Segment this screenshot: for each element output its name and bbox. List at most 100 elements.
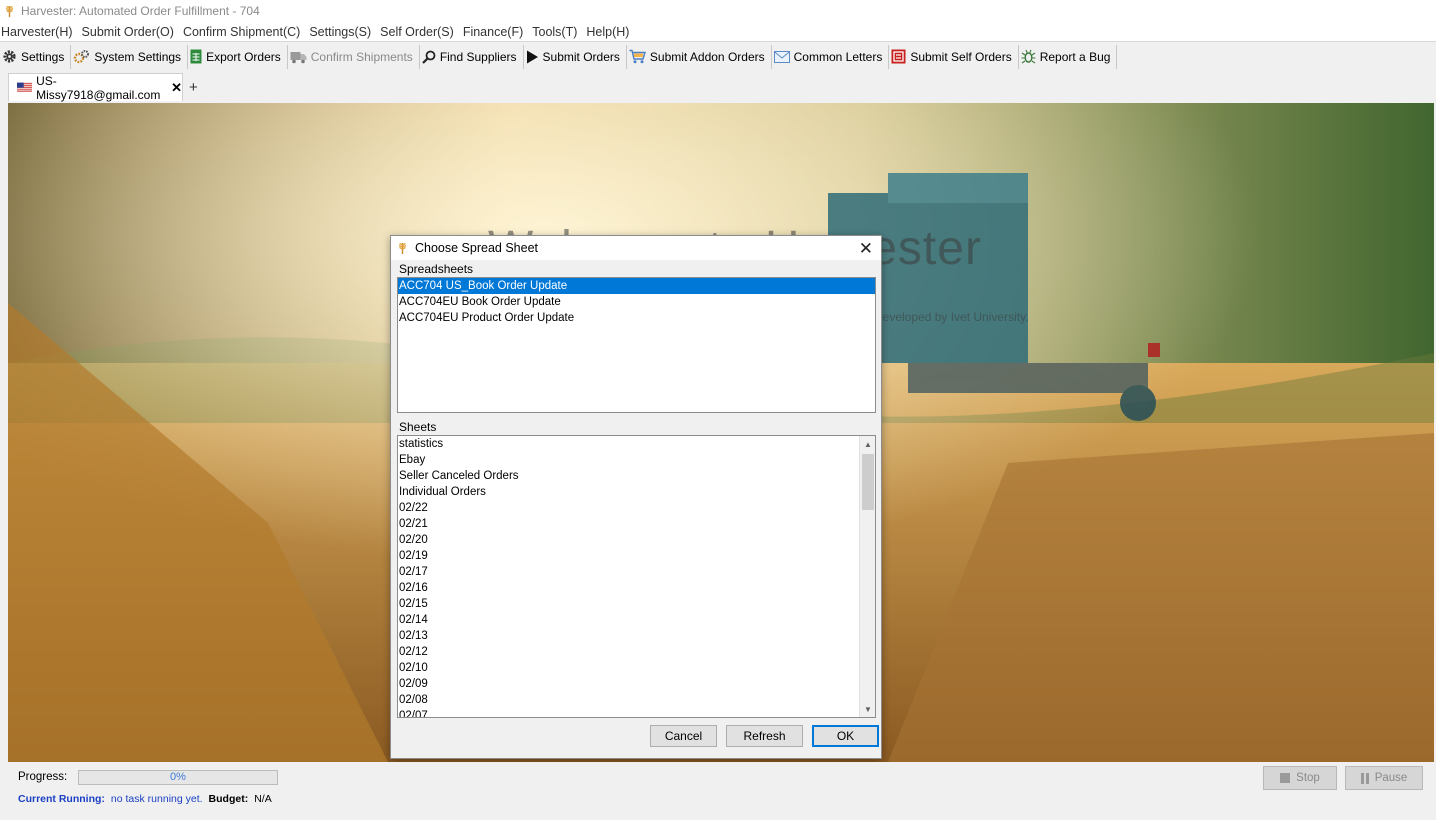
menu-bar: Harvester(H) Submit Order(O) Confirm Shi… bbox=[0, 22, 1436, 42]
shopping-cart-icon bbox=[629, 49, 646, 64]
pause-button[interactable]: Pause bbox=[1345, 766, 1423, 790]
export-orders-button[interactable]: Export Orders bbox=[188, 44, 288, 69]
scrollbar-thumb[interactable] bbox=[862, 454, 874, 510]
sheet-item[interactable]: 02/21 bbox=[398, 516, 875, 532]
spreadsheet-item[interactable]: ACC704EU Book Order Update bbox=[398, 294, 875, 310]
gears-icon bbox=[74, 50, 90, 64]
sheet-item[interactable]: statistics bbox=[398, 436, 875, 452]
menu-submit-order[interactable]: Submit Order(O) bbox=[81, 25, 179, 39]
menu-confirm-shipment[interactable]: Confirm Shipment(C) bbox=[182, 25, 305, 39]
choose-spreadsheet-dialog: Choose Spread Sheet ✕ Spreadsheets ACC70… bbox=[390, 235, 882, 759]
sheet-item[interactable]: 02/13 bbox=[398, 628, 875, 644]
progress-bar: 0% bbox=[78, 770, 278, 785]
submit-addon-orders-button[interactable]: Submit Addon Orders bbox=[627, 44, 772, 69]
sheet-item[interactable]: 02/14 bbox=[398, 612, 875, 628]
envelope-icon bbox=[773, 50, 790, 63]
scroll-down-icon[interactable]: ▼ bbox=[860, 701, 875, 717]
menu-help[interactable]: Help(H) bbox=[585, 25, 634, 39]
menu-tools[interactable]: Tools(T) bbox=[531, 25, 582, 39]
common-letters-button[interactable]: Common Letters bbox=[772, 44, 890, 69]
submit-orders-button[interactable]: Submit Orders bbox=[524, 44, 627, 69]
sheets-label: Sheets bbox=[399, 420, 437, 434]
gear-icon bbox=[3, 50, 16, 63]
sheet-item[interactable]: Seller Canceled Orders bbox=[398, 468, 875, 484]
spreadsheets-list[interactable]: ACC704 US_Book Order Update ACC704EU Boo… bbox=[397, 277, 876, 413]
tab-account[interactable]: US-Missy7918@gmail.com ✕ bbox=[8, 73, 183, 102]
progress-label: Progress: bbox=[18, 771, 68, 783]
stop-icon bbox=[1280, 773, 1291, 783]
welcome-subtitle: Developed by Ivet University. bbox=[874, 310, 1029, 324]
export-orders-label: Export Orders bbox=[206, 49, 281, 64]
menu-self-order[interactable]: Self Order(S) bbox=[379, 25, 459, 39]
status-bar: Progress: 0% Current Running: no task ru… bbox=[0, 762, 1436, 820]
menu-settings[interactable]: Settings(S) bbox=[308, 25, 376, 39]
system-settings-label: System Settings bbox=[94, 49, 182, 64]
search-icon bbox=[422, 50, 436, 64]
progress-text: 0% bbox=[170, 771, 186, 783]
sheet-item[interactable]: 02/19 bbox=[398, 548, 875, 564]
sheet-item[interactable]: 02/17 bbox=[398, 564, 875, 580]
dialog-titlebar: Choose Spread Sheet bbox=[391, 236, 881, 260]
sheet-item[interactable]: 02/20 bbox=[398, 532, 875, 548]
close-icon[interactable]: ✕ bbox=[859, 239, 873, 259]
submit-addon-orders-label: Submit Addon Orders bbox=[649, 49, 765, 64]
tab-bar: US-Missy7918@gmail.com ✕ + bbox=[0, 71, 1436, 102]
report-bug-button[interactable]: Report a Bug bbox=[1019, 44, 1118, 69]
sheet-item[interactable]: Individual Orders bbox=[398, 484, 875, 500]
menu-finance[interactable]: Finance(F) bbox=[462, 25, 528, 39]
spreadsheet-item[interactable]: ACC704EU Product Order Update bbox=[398, 310, 875, 326]
confirm-shipments-label: Confirm Shipments bbox=[310, 49, 413, 64]
common-letters-label: Common Letters bbox=[793, 49, 883, 64]
find-suppliers-label: Find Suppliers bbox=[439, 49, 517, 64]
add-tab-button[interactable]: + bbox=[189, 79, 198, 96]
settings-label: Settings bbox=[21, 49, 65, 64]
spreadsheets-label: Spreadsheets bbox=[399, 262, 474, 276]
refresh-button[interactable]: Refresh bbox=[726, 725, 803, 747]
sheet-item[interactable]: 02/15 bbox=[398, 596, 875, 612]
sheet-item[interactable]: 02/22 bbox=[398, 500, 875, 516]
spreadsheet-item[interactable]: ACC704 US_Book Order Update bbox=[398, 278, 875, 294]
submit-self-orders-label: Submit Self Orders bbox=[910, 49, 1012, 64]
window-titlebar: Harvester: Automated Order Fulfillment -… bbox=[0, 0, 1436, 22]
budget-value: N/A bbox=[254, 793, 272, 805]
sheets-list[interactable]: statistics Ebay Seller Canceled Orders I… bbox=[397, 435, 876, 718]
current-running-value: no task running yet. bbox=[110, 793, 203, 805]
sheet-item[interactable]: Ebay bbox=[398, 452, 875, 468]
pause-label: Pause bbox=[1374, 772, 1408, 784]
play-icon bbox=[526, 50, 538, 63]
ok-button[interactable]: OK bbox=[812, 725, 879, 747]
bug-icon bbox=[1021, 49, 1036, 64]
us-flag-icon bbox=[17, 82, 33, 93]
report-bug-label: Report a Bug bbox=[1039, 49, 1111, 64]
menu-harvester[interactable]: Harvester(H) bbox=[0, 25, 78, 39]
budget-label: Budget: bbox=[208, 793, 249, 805]
system-settings-button[interactable]: System Settings bbox=[71, 44, 189, 69]
spreadsheet-icon bbox=[190, 49, 202, 64]
sheets-scrollbar[interactable]: ▲ ▼ bbox=[859, 436, 875, 717]
window-title: Harvester: Automated Order Fulfillment -… bbox=[21, 4, 260, 18]
find-suppliers-button[interactable]: Find Suppliers bbox=[420, 44, 524, 69]
sheet-item[interactable]: 02/07 bbox=[398, 708, 875, 717]
tab-account-label: US-Missy7918@gmail.com bbox=[36, 73, 161, 102]
harvester-logo-icon bbox=[5, 5, 14, 17]
cancel-button[interactable]: Cancel bbox=[650, 725, 717, 747]
current-running-line: Current Running: no task running yet. Bu… bbox=[18, 793, 272, 805]
dialog-title: Choose Spread Sheet bbox=[415, 241, 539, 255]
stop-label: Stop bbox=[1296, 772, 1320, 784]
close-tab-icon[interactable]: ✕ bbox=[171, 80, 182, 96]
sheet-item[interactable]: 02/10 bbox=[398, 660, 875, 676]
submit-self-orders-button[interactable]: Submit Self Orders bbox=[889, 44, 1019, 69]
current-running-label: Current Running: bbox=[18, 793, 105, 805]
confirm-shipments-button[interactable]: Confirm Shipments bbox=[288, 44, 420, 69]
stop-button[interactable]: Stop bbox=[1263, 766, 1337, 790]
sheet-item[interactable]: 02/16 bbox=[398, 580, 875, 596]
pause-icon bbox=[1360, 772, 1369, 784]
scroll-up-icon[interactable]: ▲ bbox=[860, 436, 875, 452]
settings-button[interactable]: Settings bbox=[0, 44, 72, 69]
sheet-item[interactable]: 02/12 bbox=[398, 644, 875, 660]
sheet-item[interactable]: 02/08 bbox=[398, 692, 875, 708]
sheet-item[interactable]: 02/09 bbox=[398, 676, 875, 692]
truck-icon bbox=[290, 51, 307, 63]
self-order-icon bbox=[891, 49, 906, 64]
submit-orders-label: Submit Orders bbox=[542, 49, 620, 64]
